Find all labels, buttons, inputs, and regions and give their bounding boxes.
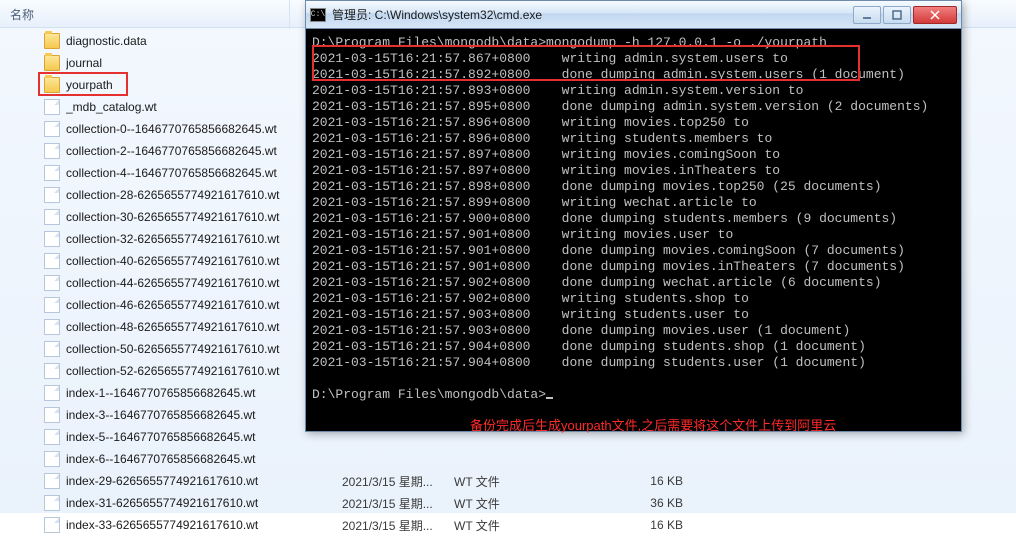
file-name: collection-0--1646770765856682645.wt [66,122,336,136]
file-icon [44,363,60,379]
file-row[interactable]: index-6--1646770765856682645.wt [40,448,1000,470]
file-name: index-3--1646770765856682645.wt [66,408,336,422]
file-icon [44,319,60,335]
cmd-output[interactable]: D:\Program Files\mongodb\data>mongodump … [306,29,961,431]
file-icon [44,121,60,137]
window-buttons [853,6,957,24]
file-row[interactable]: index-29-6265655774921617610.wt 2021/3/15… [40,470,1000,492]
folder-icon [44,55,60,71]
file-date: 2021/3/15 星期... [342,473,433,490]
file-icon [44,407,60,423]
file-icon [44,275,60,291]
file-icon [44,451,60,467]
file-row[interactable]: index-31-6265655774921617610.wt 2021/3/15… [40,492,1000,514]
file-name: journal [66,56,336,70]
file-name: collection-52-6265655774921617610.wt [66,364,336,378]
cmd-window: C:\ 管理员: C:\Windows\system32\cmd.exe D:\… [305,0,962,432]
file-icon [44,165,60,181]
file-size: 16 KB [593,474,683,488]
file-name: collection-2--1646770765856682645.wt [66,144,336,158]
file-type: WT 文件 [454,517,500,534]
file-type: WT 文件 [454,473,500,490]
file-icon [44,429,60,445]
file-name: index-6--1646770765856682645.wt [66,452,336,466]
file-name: index-29-6265655774921617610.wt [66,474,336,488]
file-name: index-31-6265655774921617610.wt [66,496,336,510]
file-icon [44,209,60,225]
folder-icon [44,33,60,49]
file-name: collection-40-6265655774921617610.wt [66,254,336,268]
file-name: _mdb_catalog.wt [66,100,336,114]
file-date: 2021/3/15 星期... [342,495,433,512]
file-name: collection-50-6265655774921617610.wt [66,342,336,356]
file-icon [44,187,60,203]
cmd-title: 管理员: C:\Windows\system32\cmd.exe [332,6,853,23]
file-name: index-5--1646770765856682645.wt [66,430,336,444]
file-icon [44,231,60,247]
file-icon [44,385,60,401]
cmd-icon: C:\ [310,8,326,22]
file-name: collection-48-6265655774921617610.wt [66,320,336,334]
maximize-button[interactable] [883,6,911,24]
file-icon [44,473,60,489]
file-name: collection-46-6265655774921617610.wt [66,298,336,312]
file-name: yourpath [66,78,336,92]
file-name: collection-44-6265655774921617610.wt [66,276,336,290]
file-row[interactable]: index-33-6265655774921617610.wt 2021/3/15… [40,514,1000,536]
file-icon [44,297,60,313]
file-name: index-33-6265655774921617610.wt [66,518,336,532]
file-date: 2021/3/15 星期... [342,517,433,534]
file-icon [44,341,60,357]
folder-icon [44,77,60,93]
file-name: collection-32-6265655774921617610.wt [66,232,336,246]
file-type: WT 文件 [454,495,500,512]
file-icon [44,99,60,115]
file-icon [44,253,60,269]
file-icon [44,495,60,511]
cmd-titlebar[interactable]: C:\ 管理员: C:\Windows\system32\cmd.exe [306,1,961,29]
file-icon [44,143,60,159]
annotation-text: 备份完成后生成yourpath文件,之后需要将这个文件上传到阿里云 [470,415,836,434]
file-name: collection-30-6265655774921617610.wt [66,210,336,224]
file-name: collection-28-6265655774921617610.wt [66,188,336,202]
minimize-button[interactable] [853,6,881,24]
column-header-name[interactable]: 名称 [0,0,290,29]
file-name: diagnostic.data [66,34,336,48]
cursor [546,397,553,399]
file-icon [44,517,60,533]
file-size: 36 KB [593,496,683,510]
file-name: index-1--1646770765856682645.wt [66,386,336,400]
file-name: collection-4--1646770765856682645.wt [66,166,336,180]
file-size: 16 KB [593,518,683,532]
close-button[interactable] [913,6,957,24]
